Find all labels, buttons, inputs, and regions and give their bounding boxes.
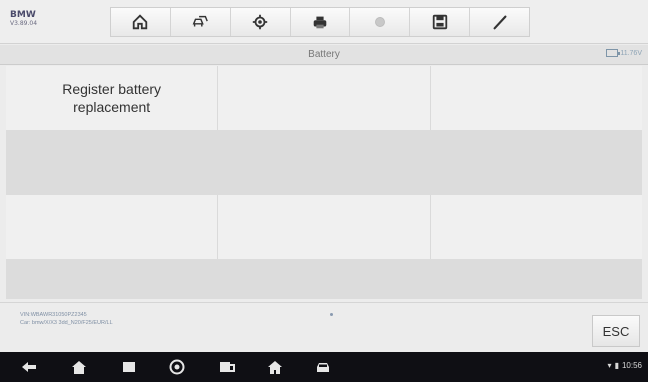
home-nav-button[interactable] <box>70 359 88 375</box>
vehicle-swap-icon <box>192 15 209 27</box>
function-label: Register battery replacement <box>62 81 162 115</box>
disabled-button[interactable] <box>350 8 411 36</box>
function-cell-empty <box>218 66 431 130</box>
save-button[interactable] <box>410 8 471 36</box>
car-icon <box>317 363 329 372</box>
battery-icon <box>606 49 621 57</box>
vehicle-info-panel: VIN:WBAWR31050PZ2345 Car: bmw/X/X3 3dd_N… <box>0 302 648 352</box>
function-row: Register battery replacement <box>6 66 642 130</box>
print-button[interactable] <box>290 8 351 36</box>
vci-button[interactable] <box>218 359 236 375</box>
vin-text: VIN:WBAWR31050PZ2345 <box>20 312 87 318</box>
edit-button[interactable] <box>470 8 530 36</box>
register-battery-replacement-button[interactable]: Register battery replacement <box>6 66 219 130</box>
screen: BMW V3.89.04 Battery 11.76V Register bat… <box>0 0 648 382</box>
pen-icon <box>493 15 507 30</box>
back-icon <box>22 362 36 372</box>
function-cell-empty <box>431 195 642 259</box>
esc-button[interactable]: ESC <box>592 315 640 347</box>
browser-icon <box>169 359 185 375</box>
battery-voltage: 11.76V <box>620 49 642 57</box>
home-icon <box>72 361 86 374</box>
car-button[interactable] <box>314 359 332 375</box>
disabled-icon <box>374 17 385 27</box>
wifi-icon: ▾ <box>607 361 612 370</box>
grid-spacer <box>6 130 642 195</box>
vehicle-swap-button[interactable] <box>170 8 231 36</box>
print-icon <box>313 16 327 29</box>
status-bar: ▾ ▮ 10:56 <box>608 361 642 370</box>
save-icon <box>432 14 447 30</box>
function-row <box>6 195 642 259</box>
recent-apps-icon <box>123 362 135 372</box>
page-indicator-dot <box>330 313 333 316</box>
page-title: Battery <box>308 49 340 60</box>
function-cell-empty <box>218 195 431 259</box>
battery-level-icon: ▮ <box>614 361 619 370</box>
brand-make: BMW <box>10 10 36 20</box>
clock: 10:56 <box>621 361 642 370</box>
vehicle-info-text: VIN:WBAWR31050PZ2345 Car: bmw/X/X3 3dd_N… <box>20 311 113 327</box>
house-icon <box>268 361 282 374</box>
home-icon <box>133 14 148 30</box>
settings-button[interactable] <box>230 8 291 36</box>
function-cell-empty <box>6 195 219 259</box>
title-bar: Battery 11.76V <box>0 45 648 65</box>
browser-button[interactable] <box>168 359 186 375</box>
home-button[interactable] <box>111 8 171 36</box>
function-cell-empty <box>431 66 642 130</box>
brand-version: V3.89.04 <box>10 20 38 27</box>
vehicle-brand: BMW V3.89.04 <box>10 10 37 28</box>
car-text: Car: bmw/X/X3 3dd_N20/F25/EUR/LL <box>20 320 113 326</box>
autel-home-button[interactable] <box>266 359 284 375</box>
recent-apps-button[interactable] <box>120 359 138 375</box>
top-toolbar: BMW V3.89.04 <box>0 0 648 44</box>
back-button[interactable] <box>20 359 38 375</box>
grid-spacer <box>6 259 642 299</box>
battery-status: 11.76V <box>606 49 642 57</box>
settings-icon <box>252 14 268 30</box>
vci-icon <box>220 362 235 372</box>
toolbar-buttons <box>110 7 530 37</box>
android-nav-bar: ▾ ▮ 10:56 <box>0 352 648 382</box>
function-grid: Register battery replacement <box>6 66 642 299</box>
